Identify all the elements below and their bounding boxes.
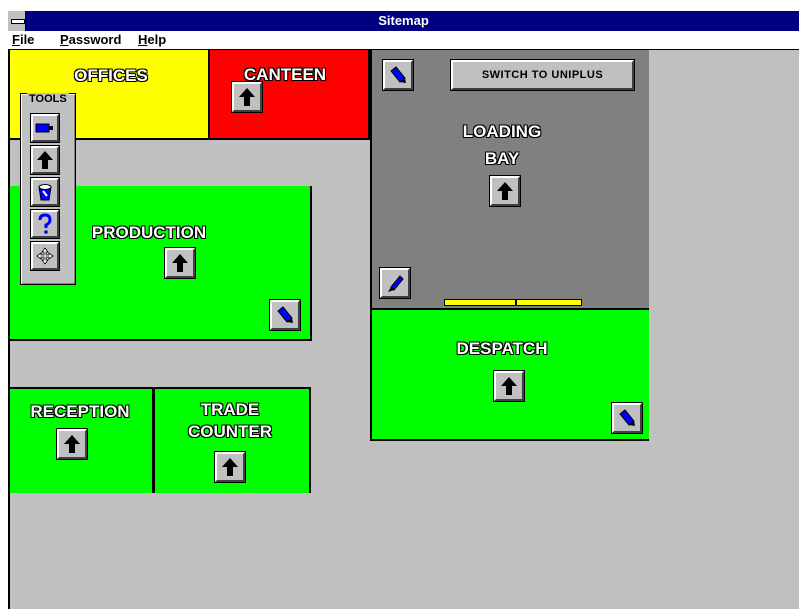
tools-palette: TOOLS [20,93,76,285]
despatch-arrow-button[interactable] [493,370,525,402]
canteen-arrow-button[interactable] [231,81,263,113]
pen-icon [277,306,293,323]
production-edit-button[interactable] [269,299,301,331]
tools-label: TOOLS [27,93,69,105]
despatch-edit-button[interactable] [611,402,643,434]
room-trade-counter[interactable]: TRADE COUNTER [153,387,311,493]
pen-icon [388,275,404,292]
bucket-icon [38,184,52,201]
sitemap-canvas: OFFICES CANTEEN SWITCH TO UNIPLUS LOADIN… [8,50,799,609]
sitemap-window: Sitemap File Password Help OFFICES CANTE… [8,11,799,609]
pen-tool-icon [35,123,53,133]
help-icon [38,213,52,234]
tool-pen-button[interactable] [30,113,60,143]
room-reception-label: RECEPTION [30,402,130,421]
room-trade-counter-label: TRADE COUNTER [187,400,273,441]
move-icon [36,247,54,265]
pen-icon [619,409,635,426]
menu-help[interactable]: Help [138,32,166,47]
arrow-up-icon [497,182,513,200]
loading-bay-pen-button[interactable] [379,267,411,299]
menu-bar: File Password Help [8,31,799,50]
loading-bay-edit-button[interactable] [382,59,414,91]
trade-counter-arrow-button[interactable] [214,451,246,483]
arrow-up-icon [37,151,53,169]
menu-file[interactable]: File [12,32,34,47]
room-despatch[interactable]: DESPATCH [370,308,649,441]
window-title: Sitemap [378,13,429,28]
room-offices-label: OFFICES [74,66,148,85]
arrow-up-icon [222,458,238,476]
arrow-up-icon [501,377,517,395]
room-loading-bay-label: LOADING BAY [462,122,542,168]
tool-bucket-button[interactable] [30,177,60,207]
room-despatch-label: DESPATCH [456,339,548,358]
loading-bay-arrow-button[interactable] [489,175,521,207]
dock-door-2 [516,299,582,306]
title-bar: Sitemap [8,11,799,31]
reception-arrow-button[interactable] [56,428,88,460]
room-loading-bay[interactable]: SWITCH TO UNIPLUS LOADING BAY [370,50,649,310]
arrow-up-icon [64,435,80,453]
room-reception[interactable]: RECEPTION [10,387,154,493]
arrow-up-icon [172,254,188,272]
dock-door-1 [444,299,516,306]
tool-move-button[interactable] [30,241,60,271]
arrow-up-icon [239,88,255,106]
menu-password[interactable]: Password [60,32,121,47]
pen-icon [390,66,406,83]
tool-help-button[interactable] [30,209,60,239]
production-arrow-button[interactable] [164,247,196,279]
tool-arrow-button[interactable] [30,145,60,175]
room-production-label: PRODUCTION [91,223,207,242]
switch-to-uniplus-button[interactable]: SWITCH TO UNIPLUS [450,59,635,91]
room-canteen[interactable]: CANTEEN [210,50,370,140]
